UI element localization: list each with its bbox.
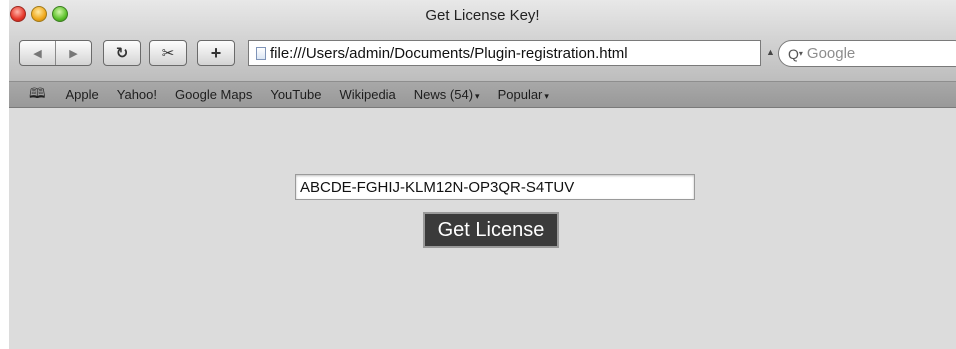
back-arrow-icon: ◀ [33, 47, 42, 60]
scissors-icon: ✂ [161, 45, 175, 62]
page-content: Get License [9, 108, 956, 349]
bookmark-apple[interactable]: Apple [66, 87, 99, 102]
bookmarks-bar: 🕮 Apple Yahoo! Google Maps YouTube Wikip… [9, 82, 956, 108]
search-dropdown-icon: ▾ [798, 49, 803, 58]
bookmark-wikipedia[interactable]: Wikipedia [339, 87, 395, 102]
chevron-down-icon: ▾ [544, 91, 549, 101]
search-placeholder: Google [806, 45, 856, 62]
reload-icon: ↻ [115, 45, 129, 62]
page-icon [256, 46, 266, 60]
bookmark-popular-folder[interactable]: Popular ▾ [498, 87, 549, 102]
title-toolbar-area: Get License Key! ◀ ▶ ↻ ✂ + file:///Users… [9, 0, 956, 82]
address-bar[interactable]: file:///Users/admin/Documents/Plugin-reg… [248, 40, 761, 66]
back-forward-control: ◀ ▶ [19, 40, 92, 66]
browser-window: Get License Key! ◀ ▶ ↻ ✂ + file:///Users… [9, 0, 956, 349]
forward-arrow-icon: ▶ [69, 47, 78, 60]
bookmark-news-folder[interactable]: News (54) ▾ [414, 87, 480, 102]
web-clip-button[interactable]: ✂ [149, 40, 187, 66]
get-license-button[interactable]: Get License [423, 212, 559, 248]
plus-icon: + [210, 42, 222, 63]
chevron-down-icon: ▾ [475, 91, 480, 101]
window-title: Get License Key! [425, 7, 540, 24]
bookmark-yahoo[interactable]: Yahoo! [117, 87, 157, 102]
bookmark-youtube[interactable]: YouTube [270, 87, 321, 102]
back-button[interactable]: ◀ [20, 41, 55, 65]
address-bar-end-icon: ▲ [766, 47, 775, 57]
add-bookmark-button[interactable]: + [197, 40, 235, 66]
bookmark-google-maps[interactable]: Google Maps [175, 87, 252, 102]
search-icon: Q [788, 45, 799, 62]
search-field[interactable]: Q ▾ Google [778, 40, 956, 67]
bookmarks-book-icon[interactable]: 🕮 [29, 83, 46, 107]
reload-button[interactable]: ↻ [103, 40, 141, 66]
bookmark-popular-label: Popular [497, 87, 543, 102]
bookmark-news-label: News (54) [413, 87, 474, 102]
forward-button[interactable]: ▶ [55, 41, 91, 65]
license-key-input[interactable] [295, 174, 695, 200]
address-text: file:///Users/admin/Documents/Plugin-reg… [270, 44, 628, 62]
